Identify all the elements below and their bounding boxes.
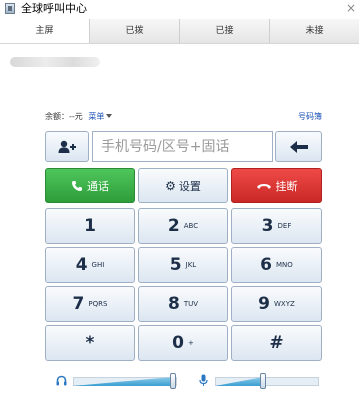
balance-row: 余额：--元 菜单 xyxy=(45,111,113,122)
key-5[interactable]: 5 JKL xyxy=(138,247,228,283)
key-digit: 5 xyxy=(169,255,182,275)
add-contact-icon xyxy=(58,140,76,153)
speaker-volume-slider[interactable] xyxy=(73,373,177,389)
key-2[interactable]: 2 ABC xyxy=(138,208,228,244)
menu-button[interactable]: 菜单 xyxy=(88,112,113,121)
backspace-button[interactable] xyxy=(275,131,322,162)
phone-number-input[interactable] xyxy=(92,131,273,162)
window-title: 全球呼叫中心 xyxy=(21,2,87,15)
headphones-icon xyxy=(56,375,67,386)
key-digit: 0 xyxy=(172,333,184,353)
key-digit: 8 xyxy=(167,294,180,314)
menu-label: 菜单 xyxy=(88,112,105,121)
call-button[interactable]: 通话 xyxy=(45,168,135,203)
caret-down-icon xyxy=(106,114,113,118)
backspace-arrow-icon xyxy=(289,140,308,153)
key-0[interactable]: 0 + xyxy=(138,325,228,361)
settings-button[interactable]: ⚙ 设置 xyxy=(138,168,228,203)
hangup-label: 挂断 xyxy=(275,179,298,193)
tab-main[interactable]: 主屏 xyxy=(0,19,89,43)
key-letters: WXYZ xyxy=(274,300,295,308)
key-3[interactable]: 3 DEF xyxy=(231,208,322,244)
key-letters: TUV xyxy=(183,300,199,308)
key-digit: 4 xyxy=(75,255,88,275)
key-hash[interactable]: # xyxy=(231,325,322,361)
key-digit: 3 xyxy=(261,216,274,236)
call-label: 通话 xyxy=(87,179,109,193)
close-icon[interactable]: × xyxy=(346,0,356,16)
key-digit: 1 xyxy=(84,216,96,236)
key-1[interactable]: 1 xyxy=(45,208,135,244)
key-digit: 9 xyxy=(258,294,271,314)
title-bar: 全球呼叫中心 × xyxy=(0,0,359,18)
gear-icon: ⚙ xyxy=(165,178,176,193)
hangup-icon xyxy=(256,184,271,189)
key-9[interactable]: 9 WXYZ xyxy=(231,286,322,322)
key-digit: * xyxy=(85,333,95,353)
hangup-button[interactable]: 挂断 xyxy=(231,168,322,203)
key-digit: 2 xyxy=(167,216,180,236)
app-icon xyxy=(5,3,15,14)
key-7[interactable]: 7 PQRS xyxy=(45,286,135,322)
key-digit: # xyxy=(269,333,284,353)
phonebook-link[interactable]: 号码簿 xyxy=(298,111,322,122)
key-letters: DEF xyxy=(277,222,292,230)
key-letters: ABC xyxy=(183,222,199,230)
key-6[interactable]: 6 MNO xyxy=(231,247,322,283)
key-letters: JKL xyxy=(185,261,197,269)
slider-thumb[interactable] xyxy=(260,373,266,389)
key-letters: MNO xyxy=(276,261,293,269)
settings-label: 设置 xyxy=(178,179,201,193)
key-letters: GHI xyxy=(91,261,105,269)
tab-received[interactable]: 已接 xyxy=(179,19,269,43)
key-letters: + xyxy=(187,339,194,347)
key-4[interactable]: 4 GHI xyxy=(45,247,135,283)
blurred-user-info xyxy=(10,57,100,67)
tab-missed[interactable]: 未接 xyxy=(269,19,359,43)
key-star[interactable]: * xyxy=(45,325,135,361)
add-contact-button[interactable] xyxy=(45,131,89,162)
slider-thumb[interactable] xyxy=(170,373,176,389)
tab-dialed[interactable]: 已拨 xyxy=(89,19,179,43)
key-digit: 7 xyxy=(72,294,85,314)
phone-icon xyxy=(72,180,82,191)
balance-label: 余额：--元 xyxy=(45,112,83,121)
key-letters: PQRS xyxy=(88,300,108,308)
mic-volume-slider[interactable] xyxy=(215,373,319,389)
key-8[interactable]: 8 TUV xyxy=(138,286,228,322)
tab-bar: 主屏 已拨 已接 未接 xyxy=(0,19,359,44)
key-digit: 6 xyxy=(260,255,273,275)
microphone-icon xyxy=(199,374,208,386)
